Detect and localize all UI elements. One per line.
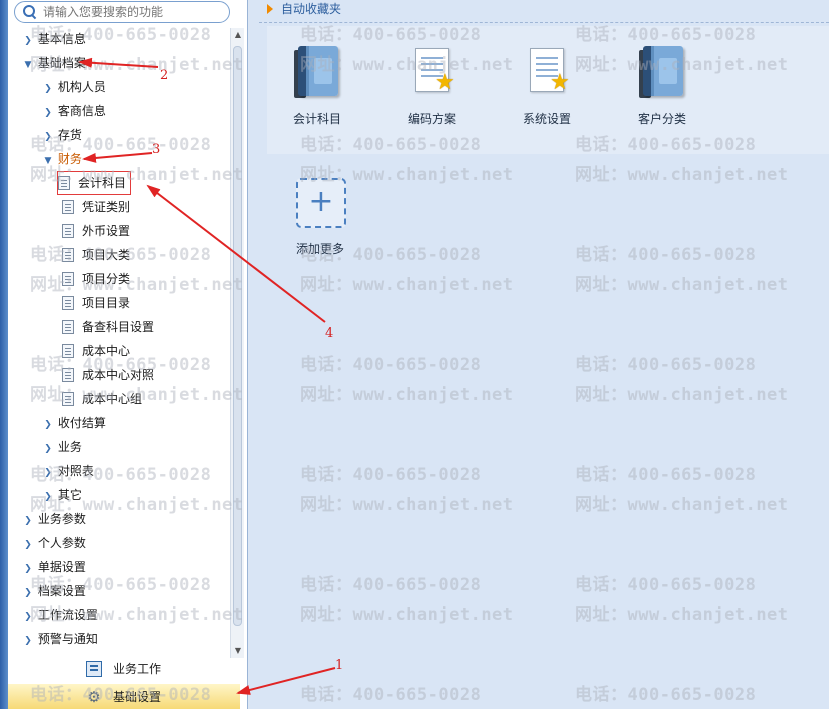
tree-item-voucher-type[interactable]: 凭证类别 xyxy=(62,196,130,218)
watermark-phone: 电话：400-665-0028 xyxy=(30,355,212,375)
sidebar-edge-strip xyxy=(0,0,8,709)
tree-item-business[interactable]: ❯ 业务 xyxy=(42,436,82,458)
watermark-phone: 电话：400-665-0028 xyxy=(30,245,212,265)
annotation-label-2: 2 xyxy=(160,68,169,83)
watermark-phone: 电话：400-665-0028 xyxy=(575,135,757,155)
plus-icon: + xyxy=(308,184,334,219)
search-input[interactable] xyxy=(43,5,223,19)
watermark-site: 网址：www.chanjet.net xyxy=(575,275,789,295)
watermark-site: 网址：www.chanjet.net xyxy=(30,385,244,405)
favorites-header: 自动收藏夹 xyxy=(267,1,341,17)
tree-item-currency[interactable]: 外币设置 xyxy=(62,220,130,242)
watermark-site: 网址：www.chanjet.net xyxy=(300,165,514,185)
add-favorite-button[interactable]: + xyxy=(296,178,346,228)
scroll-thumb[interactable] xyxy=(233,46,242,626)
watermark-phone: 电话：400-665-0028 xyxy=(30,465,212,485)
watermark-phone: 电话：400-665-0028 xyxy=(30,25,212,45)
watermark-phone: 电话：400-665-0028 xyxy=(575,245,757,265)
watermark-site: 网址：www.chanjet.net xyxy=(300,275,514,295)
tree-item-org-staff[interactable]: ❯ 机构人员 xyxy=(42,76,106,98)
watermark-phone: 电话：400-665-0028 xyxy=(300,465,482,485)
document-icon xyxy=(62,199,74,214)
watermark-phone: 电话：400-665-0028 xyxy=(300,685,482,705)
watermark-site: 网址：www.chanjet.net xyxy=(575,385,789,405)
tab-business-work[interactable]: 业务工作 xyxy=(8,656,240,682)
watermark-phone: 电话：400-665-0028 xyxy=(300,575,482,595)
function-tree: ❯ 基本信息 ▼ 基础档案 ❯ 机构人员 ❯ 客商信息 ❯ 存货 ▼ 财务 会计… xyxy=(12,28,230,658)
watermark-site: 网址：www.chanjet.net xyxy=(575,55,789,75)
chevron-right-icon[interactable]: ❯ xyxy=(22,630,34,652)
tree-item-settlement[interactable]: ❯ 收付结算 xyxy=(42,412,106,434)
tree-item-customer-vendor[interactable]: ❯ 客商信息 xyxy=(42,100,106,122)
tree-item-personal-params[interactable]: ❯ 个人参数 xyxy=(22,532,86,554)
watermark-phone: 电话：400-665-0028 xyxy=(575,355,757,375)
chevron-right-icon[interactable]: ❯ xyxy=(42,414,54,436)
watermark-phone: 电话：400-665-0028 xyxy=(575,25,757,45)
watermark-site: 网址：www.chanjet.net xyxy=(300,605,514,625)
annotation-label-3: 3 xyxy=(152,142,161,157)
watermark-site: 网址：www.chanjet.net xyxy=(300,495,514,515)
watermark-site: 网址：www.chanjet.net xyxy=(575,605,789,625)
watermark-phone: 电话：400-665-0028 xyxy=(575,575,757,595)
tree-scrollbar[interactable]: ▲ ▼ xyxy=(230,28,244,658)
annotation-label-1: 1 xyxy=(335,658,344,673)
chevron-right-icon[interactable]: ❯ xyxy=(42,78,54,100)
watermark-site: 网址：www.chanjet.net xyxy=(300,385,514,405)
document-icon xyxy=(62,295,74,310)
watermark-site: 网址：www.chanjet.net xyxy=(575,495,789,515)
watermark-phone: 电话：400-665-0028 xyxy=(300,135,482,155)
watermark-phone: 电话：400-665-0028 xyxy=(300,245,482,265)
document-icon xyxy=(62,223,74,238)
scroll-up-icon[interactable]: ▲ xyxy=(231,28,245,42)
chevron-right-icon[interactable]: ❯ xyxy=(42,438,54,460)
search-icon[interactable] xyxy=(23,5,37,19)
tree-item-alerts[interactable]: ❯ 预警与通知 xyxy=(22,628,98,650)
watermark-phone: 电话：400-665-0028 xyxy=(300,25,482,45)
watermark-phone: 电话：400-665-0028 xyxy=(575,685,757,705)
watermark-site: 网址：www.chanjet.net xyxy=(30,55,244,75)
tree-item-project-list[interactable]: 项目目录 xyxy=(62,292,130,314)
watermark-phone: 电话：400-665-0028 xyxy=(300,355,482,375)
watermark-site: 网址：www.chanjet.net xyxy=(30,605,244,625)
business-work-icon xyxy=(86,661,102,677)
chevron-right-icon[interactable]: ❯ xyxy=(42,102,54,124)
watermark-site: 网址：www.chanjet.net xyxy=(30,165,244,185)
watermark-site: 网址：www.chanjet.net xyxy=(575,165,789,185)
watermark-phone: 电话：400-665-0028 xyxy=(30,575,212,595)
document-icon xyxy=(62,319,74,334)
doc-star-icon: ★ xyxy=(524,44,570,98)
chevron-right-icon[interactable]: ❯ xyxy=(22,534,34,556)
watermark-phone: 电话：400-665-0028 xyxy=(30,685,212,705)
watermark-site: 网址：www.chanjet.net xyxy=(300,55,514,75)
annotation-label-4: 4 xyxy=(325,326,334,341)
watermark-phone: 电话：400-665-0028 xyxy=(30,135,212,155)
watermark-site: 网址：www.chanjet.net xyxy=(30,275,244,295)
tree-item-memo-subject[interactable]: 备查科目设置 xyxy=(62,316,154,338)
watermark-site: 网址：www.chanjet.net xyxy=(30,495,244,515)
watermark-phone: 电话：400-665-0028 xyxy=(575,465,757,485)
